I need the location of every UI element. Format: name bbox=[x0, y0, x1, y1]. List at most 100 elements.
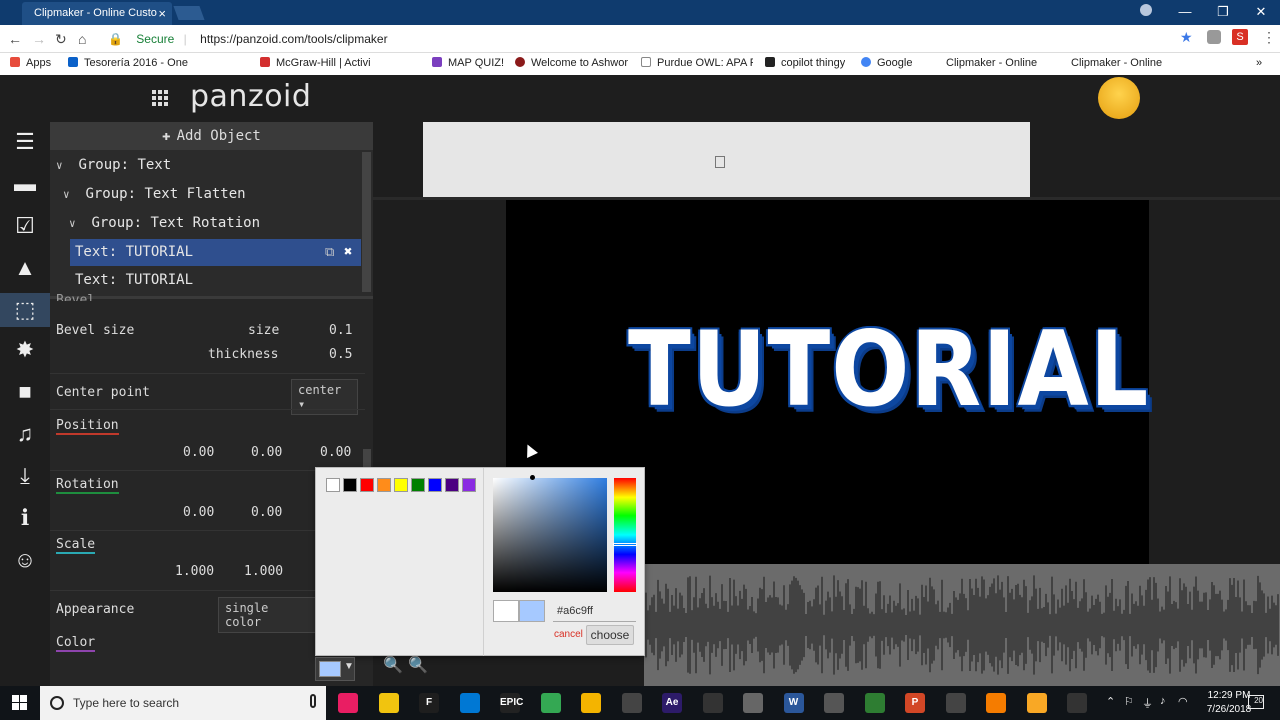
duplicate-icon[interactable]: ⧉ bbox=[325, 239, 334, 266]
burst-icon[interactable]: ✸ bbox=[10, 335, 40, 365]
bookmark-ashworth[interactable]: Welcome to Ashwor bbox=[515, 57, 628, 69]
thickness-value[interactable]: 0.5 bbox=[329, 347, 352, 362]
tree-row-text-tutorial-selected[interactable]: Text: TUTORIAL ⧉ ✖ bbox=[70, 239, 361, 266]
extension-shield-icon[interactable] bbox=[1207, 30, 1221, 44]
cube-icon[interactable]: ⬚ bbox=[0, 293, 50, 327]
smiley-icon[interactable]: ☺ bbox=[10, 545, 40, 575]
taskbar-search[interactable]: Type here to search bbox=[40, 686, 326, 720]
bookmark-purdue-owl[interactable]: Purdue OWL: APA Fo bbox=[641, 57, 753, 69]
landscape-icon[interactable]: ▲ bbox=[10, 253, 40, 283]
info-icon[interactable]: ℹ bbox=[10, 503, 40, 533]
bookmark-map-quiz[interactable]: MAP QUIZ! bbox=[432, 57, 504, 69]
network-icon[interactable]: ⚐ bbox=[1124, 695, 1134, 708]
hue-slider-marker[interactable] bbox=[613, 543, 637, 546]
download-icon[interactable]: ⤓ bbox=[10, 461, 40, 491]
calculator-app-icon[interactable] bbox=[621, 693, 642, 713]
camera-icon[interactable]: ■ bbox=[10, 377, 40, 407]
after-effects-app-icon[interactable]: Ae bbox=[662, 693, 682, 713]
chrome-app-icon[interactable] bbox=[540, 693, 561, 713]
folder-icon[interactable]: ▬ bbox=[10, 169, 40, 199]
rotation-x[interactable]: 0.00 bbox=[183, 505, 214, 520]
scale-x[interactable]: 1.000 bbox=[175, 564, 214, 579]
bookmark-clipmaker-1[interactable]: Clipmaker - Online C bbox=[930, 57, 1040, 69]
tree-row-group-text-rotation[interactable]: ∨ Group: Text Rotation bbox=[69, 210, 359, 237]
color-select-button[interactable]: ▼ bbox=[315, 657, 355, 681]
maximize-button[interactable]: ❐ bbox=[1204, 0, 1242, 25]
bookmark-clipmaker-2[interactable]: Clipmaker - Online C bbox=[1055, 57, 1165, 69]
swatch-yellow[interactable] bbox=[394, 478, 408, 492]
saturation-value-square[interactable] bbox=[493, 478, 607, 592]
swatch-indigo[interactable] bbox=[445, 478, 459, 492]
chevron-down-icon[interactable]: ∨ bbox=[56, 152, 70, 179]
swatch-violet[interactable] bbox=[462, 478, 476, 492]
address-bar[interactable]: 🔒 Secure | https://panzoid.com/tools/cli… bbox=[100, 28, 1200, 50]
apps-grid-icon[interactable] bbox=[152, 90, 168, 106]
audio-waveform[interactable] bbox=[644, 564, 1280, 686]
notifications-icon[interactable]: 20 bbox=[1248, 695, 1264, 709]
size-value[interactable]: 0.1 bbox=[329, 323, 352, 338]
music-icon[interactable]: ♫ bbox=[10, 419, 40, 449]
globe-app-icon[interactable] bbox=[864, 693, 885, 713]
volume-icon[interactable]: ♪ bbox=[1160, 695, 1166, 707]
swatch-blue[interactable] bbox=[428, 478, 442, 492]
close-window-button[interactable]: ✕ bbox=[1242, 0, 1280, 25]
fruit-app-icon[interactable] bbox=[1026, 693, 1047, 713]
reload-icon[interactable]: ↻ bbox=[55, 31, 67, 48]
word-app-icon[interactable]: W bbox=[783, 693, 804, 713]
user-profile-icon[interactable] bbox=[1140, 4, 1152, 16]
swatch-black[interactable] bbox=[343, 478, 357, 492]
3d-app-icon[interactable] bbox=[945, 693, 966, 713]
scale-y[interactable]: 1.000 bbox=[244, 564, 283, 579]
chevron-down-icon[interactable]: ∨ bbox=[69, 210, 83, 237]
checkbox-icon[interactable]: ☑ bbox=[10, 211, 40, 241]
tab-close-icon[interactable]: × bbox=[158, 6, 166, 21]
tree-scrollbar[interactable] bbox=[362, 152, 371, 292]
tree-row-group-text[interactable]: ∨ Group: Text bbox=[56, 152, 356, 179]
bookmark-copilot[interactable]: copilot thingy bbox=[765, 57, 845, 69]
swatch-green[interactable] bbox=[411, 478, 425, 492]
zoom-in-icon[interactable]: 🔍 bbox=[408, 655, 428, 675]
bookmark-mcgraw-hill[interactable]: McGraw-Hill | Activi bbox=[260, 57, 372, 69]
delete-icon[interactable]: ✖ bbox=[344, 239, 352, 266]
snip-app-icon[interactable] bbox=[824, 693, 844, 713]
bookmark-tesoreria[interactable]: Tesorería 2016 - One bbox=[68, 57, 200, 69]
powerpoint-app-icon[interactable]: P bbox=[905, 693, 925, 713]
swatch-red[interactable] bbox=[360, 478, 374, 492]
chevron-up-icon[interactable]: ⌃ bbox=[1106, 695, 1115, 708]
maps-app-icon[interactable] bbox=[338, 693, 358, 713]
saturation-handle[interactable] bbox=[530, 475, 535, 480]
home-icon[interactable]: ⌂ bbox=[78, 31, 86, 47]
microphone-icon[interactable] bbox=[310, 694, 316, 708]
menu-icon[interactable]: ☰ bbox=[10, 127, 40, 157]
bookmark-apps[interactable]: Apps bbox=[10, 57, 51, 69]
swatch-white[interactable] bbox=[326, 478, 340, 492]
ad-banner[interactable] bbox=[423, 122, 1030, 197]
extension-s-icon[interactable]: S bbox=[1232, 29, 1248, 45]
steam-app-icon[interactable] bbox=[1067, 693, 1087, 713]
rotation-y[interactable]: 0.00 bbox=[251, 505, 282, 520]
explorer-app-icon[interactable] bbox=[581, 693, 601, 713]
position-y[interactable]: 0.00 bbox=[251, 445, 282, 460]
bookmark-star-icon[interactable]: ★ bbox=[1180, 29, 1193, 46]
swatch-orange[interactable] bbox=[377, 478, 391, 492]
browser-tab-clipmaker[interactable]: Clipmaker - Online Custo × bbox=[22, 2, 172, 25]
bookmark-google[interactable]: Google bbox=[861, 57, 912, 69]
bookmarks-overflow[interactable]: » bbox=[1256, 57, 1262, 69]
epic-app-icon[interactable]: EPIC bbox=[500, 693, 523, 713]
hue-slider[interactable] bbox=[614, 478, 636, 592]
blender-app-icon[interactable] bbox=[986, 693, 1006, 713]
choose-button[interactable]: choose bbox=[586, 625, 634, 645]
browser-menu-icon[interactable]: ⋮ bbox=[1262, 29, 1276, 46]
forward-icon[interactable]: → bbox=[32, 31, 46, 47]
appearance-select[interactable]: single color bbox=[218, 597, 318, 633]
tree-row-text-tutorial[interactable]: Text: TUTORIAL bbox=[70, 267, 361, 294]
zoom-out-icon[interactable]: 🔍 bbox=[383, 655, 403, 675]
back-icon[interactable]: ← bbox=[8, 31, 22, 47]
tree-row-group-text-flatten[interactable]: ∨ Group: Text Flatten bbox=[63, 181, 353, 208]
url-text[interactable]: https://panzoid.com/tools/clipmaker bbox=[200, 32, 387, 46]
windows-start-icon[interactable] bbox=[12, 695, 28, 711]
hex-color-input[interactable] bbox=[553, 600, 636, 622]
sticky-notes-app-icon[interactable] bbox=[378, 693, 399, 713]
position-x[interactable]: 0.00 bbox=[183, 445, 214, 460]
obs-app-icon[interactable] bbox=[702, 693, 723, 713]
